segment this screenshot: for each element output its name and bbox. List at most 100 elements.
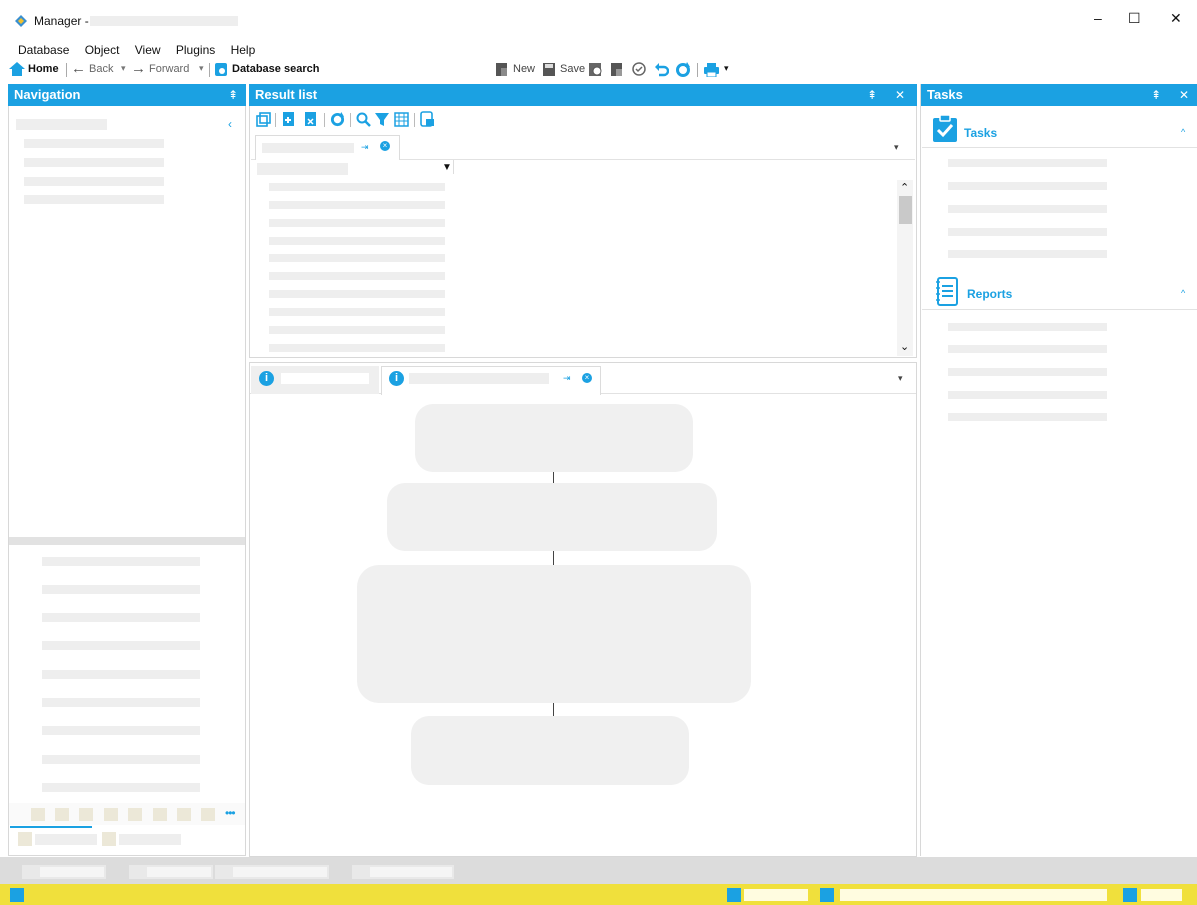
new-button[interactable]: New	[513, 63, 535, 75]
scroll-down-icon[interactable]: ⌄	[900, 340, 909, 353]
diagram-block[interactable]	[387, 483, 717, 551]
search-icon[interactable]	[356, 112, 371, 127]
nav-tree-item[interactable]	[24, 139, 164, 148]
back-dropdown-icon[interactable]: ▾	[121, 63, 126, 74]
nav-list-item[interactable]	[42, 755, 200, 764]
task-item[interactable]	[948, 205, 1107, 213]
result-row[interactable]	[269, 237, 445, 245]
home-button[interactable]: Home	[28, 63, 59, 75]
result-row[interactable]	[269, 254, 445, 262]
tasks-section-title[interactable]: Tasks	[964, 126, 997, 140]
back-button[interactable]: Back	[89, 63, 113, 75]
more-icon[interactable]: •••	[225, 806, 236, 820]
filter-icon[interactable]	[375, 112, 389, 127]
report-item[interactable]	[948, 368, 1107, 376]
scroll-up-icon[interactable]: ⌃	[900, 181, 909, 194]
collapse-reports-section-icon[interactable]: ^	[1181, 288, 1185, 298]
scroll-thumb[interactable]	[899, 196, 912, 224]
report-item[interactable]	[948, 345, 1107, 353]
nav-module-button[interactable]	[104, 808, 118, 821]
column-sort-icon[interactable]: ▼	[442, 162, 452, 173]
delete-icon[interactable]	[610, 62, 624, 77]
nav-module-button[interactable]	[201, 808, 215, 821]
export-icon[interactable]	[420, 111, 435, 127]
nav-tree-item[interactable]	[24, 195, 164, 204]
reports-section-title[interactable]: Reports	[967, 287, 1012, 301]
database-search-button[interactable]: Database search	[232, 63, 319, 75]
nav-splitter[interactable]	[9, 537, 245, 545]
diagram-block[interactable]	[411, 716, 689, 785]
result-row[interactable]	[269, 308, 445, 316]
save-button[interactable]: Save	[560, 63, 585, 75]
back-arrow-icon[interactable]: ←	[71, 60, 86, 77]
task-item[interactable]	[948, 159, 1107, 167]
tab-list-dropdown-icon[interactable]: ▾	[894, 142, 899, 153]
result-row[interactable]	[269, 272, 445, 280]
menu-database[interactable]: Database	[18, 43, 69, 57]
menu-object[interactable]: Object	[85, 43, 120, 57]
new-object-icon[interactable]	[282, 111, 296, 127]
close-tab-icon[interactable]: ×	[582, 373, 592, 383]
column-header[interactable]	[257, 163, 348, 175]
nav-bottom-tab[interactable]	[102, 832, 116, 846]
task-item[interactable]	[948, 228, 1107, 236]
nav-list-item[interactable]	[42, 557, 200, 566]
task-item[interactable]	[948, 182, 1107, 190]
pin-tab-icon[interactable]: ⇥	[563, 373, 571, 384]
result-row[interactable]	[269, 326, 445, 334]
forward-arrow-icon[interactable]: →	[131, 60, 146, 77]
collapse-nav-icon[interactable]: ‹	[228, 117, 232, 131]
report-item[interactable]	[948, 413, 1107, 421]
nav-module-button[interactable]	[153, 808, 167, 821]
nav-module-button[interactable]	[55, 808, 69, 821]
nav-module-button[interactable]	[128, 808, 142, 821]
collapse-tasks-section-icon[interactable]: ^	[1181, 127, 1185, 137]
delete-object-icon[interactable]	[304, 111, 318, 127]
pin-tasks-button[interactable]: ⇞	[1151, 84, 1161, 106]
nav-list-item[interactable]	[42, 585, 200, 594]
new-icon[interactable]	[495, 62, 509, 77]
nav-module-button[interactable]	[31, 808, 45, 821]
history-icon[interactable]	[588, 62, 603, 77]
check-history-icon[interactable]	[632, 62, 647, 77]
result-row[interactable]	[269, 183, 445, 191]
minimize-button[interactable]: –	[1094, 10, 1102, 26]
refresh-results-icon[interactable]	[330, 112, 345, 127]
close-window-button[interactable]: ✕	[1170, 10, 1182, 27]
nav-list-item[interactable]	[42, 613, 200, 622]
database-search-icon[interactable]	[214, 62, 229, 77]
tab-list-dropdown-icon[interactable]: ▾	[898, 373, 903, 384]
nav-list-item[interactable]	[42, 641, 200, 650]
nav-list-item[interactable]	[42, 783, 200, 792]
nav-list-item[interactable]	[42, 698, 200, 707]
refresh-icon[interactable]	[675, 62, 691, 78]
home-icon[interactable]	[9, 62, 25, 76]
close-tasks-button[interactable]: ✕	[1179, 84, 1189, 106]
menu-view[interactable]: View	[135, 43, 161, 57]
close-result-list-button[interactable]: ✕	[895, 84, 905, 106]
nav-module-button[interactable]	[79, 808, 93, 821]
nav-bottom-tab[interactable]	[18, 832, 32, 846]
forward-dropdown-icon[interactable]: ▾	[199, 63, 204, 74]
pin-navigation-button[interactable]: ⇞	[228, 84, 238, 106]
report-item[interactable]	[948, 391, 1107, 399]
nav-list-item[interactable]	[42, 670, 200, 679]
menu-help[interactable]: Help	[231, 43, 256, 57]
nav-tree-item[interactable]	[24, 158, 164, 167]
print-icon[interactable]	[703, 62, 720, 77]
menu-plugins[interactable]: Plugins	[176, 43, 215, 57]
nav-list-item[interactable]	[42, 726, 200, 735]
task-item[interactable]	[948, 250, 1107, 258]
result-row[interactable]	[269, 290, 445, 298]
pin-tab-icon[interactable]: ⇥	[361, 142, 369, 153]
report-item[interactable]	[948, 323, 1107, 331]
undo-icon[interactable]	[654, 62, 669, 77]
table-icon[interactable]	[394, 112, 409, 127]
open-objects-icon[interactable]	[256, 112, 271, 127]
nav-tree-item[interactable]	[24, 177, 164, 186]
diagram-block[interactable]	[357, 565, 751, 703]
save-icon[interactable]	[542, 62, 556, 77]
result-row[interactable]	[269, 201, 445, 209]
nav-module-button[interactable]	[177, 808, 191, 821]
print-dropdown-icon[interactable]: ▾	[724, 63, 729, 74]
